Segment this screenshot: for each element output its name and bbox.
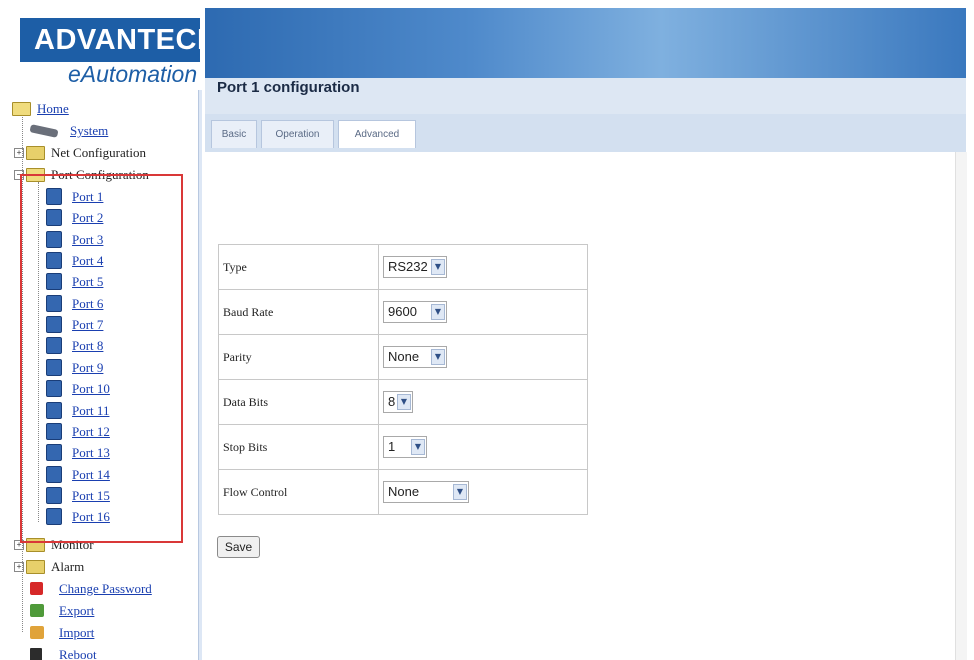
tree-label-alarm: Alarm <box>51 559 85 574</box>
select-value: 8 <box>388 394 396 409</box>
config-value-cell: None ▼ <box>379 470 587 514</box>
chevron-down-icon[interactable]: ▼ <box>431 349 445 365</box>
expand-plus-icon[interactable]: + <box>14 147 24 158</box>
tree-label-export[interactable]: Export <box>59 600 94 621</box>
brand-subtitle: eAutomation <box>68 61 198 87</box>
tree-item-export[interactable]: Export <box>30 600 94 621</box>
config-value-cell: RS232 ▼ <box>379 245 587 289</box>
config-value-cell: None ▼ <box>379 335 587 379</box>
tree-item-change-password[interactable]: Change Password <box>30 578 152 599</box>
tab-advanced[interactable]: Advanced <box>338 120 416 148</box>
brand-logo-text: ADVANTECH <box>20 18 202 62</box>
expand-plus-icon[interactable]: + <box>14 561 24 572</box>
folder-icon <box>26 145 45 160</box>
chevron-down-icon[interactable]: ▼ <box>411 439 425 455</box>
content-scrollbar[interactable] <box>955 152 967 660</box>
config-label: Data Bits <box>219 380 379 424</box>
select-value: 1 <box>388 439 396 454</box>
import-icon <box>30 626 44 639</box>
config-row: Baud Rate 9600 ▼ <box>219 290 587 335</box>
tree-item-home[interactable]: Home <box>12 98 69 119</box>
port-configuration-highlight <box>20 174 183 543</box>
scroll-down-icon[interactable]: ▼ <box>199 647 202 660</box>
tree-label-system[interactable]: System <box>70 120 108 141</box>
chevron-down-icon[interactable]: ▼ <box>453 484 467 500</box>
config-row: Type RS232 ▼ <box>219 245 587 290</box>
config-select[interactable]: 9600 ▼ <box>383 301 447 323</box>
logo: ADVANTECH eAutomation <box>8 8 202 90</box>
chevron-down-icon[interactable]: ▼ <box>431 259 445 275</box>
config-table: Type RS232 ▼ Baud Rate 9600 ▼ Parity None ▼ Data … <box>218 244 588 515</box>
config-select[interactable]: None ▼ <box>383 481 469 503</box>
scroll-up-icon[interactable]: ▲ <box>199 90 202 103</box>
select-value: None <box>388 349 420 364</box>
folder-icon <box>26 559 45 574</box>
tree-label-change-password[interactable]: Change Password <box>59 578 152 599</box>
config-select[interactable]: None ▼ <box>383 346 447 368</box>
reboot-icon <box>30 648 42 660</box>
tree-item-alarm[interactable]: + Alarm <box>14 556 84 577</box>
content-area: Type RS232 ▼ Baud Rate 9600 ▼ Parity None ▼ Data … <box>205 152 955 660</box>
sidebar-scrollbar[interactable]: ▲ ▼ <box>198 90 202 660</box>
chevron-down-icon[interactable]: ▼ <box>431 304 445 320</box>
tree-item-import[interactable]: Import <box>30 622 94 643</box>
tab-operation[interactable]: Operation <box>261 120 334 148</box>
select-value: 9600 <box>388 304 417 319</box>
export-icon <box>30 604 44 617</box>
config-row: Parity None ▼ <box>219 335 587 380</box>
config-value-cell: 1 ▼ <box>379 425 587 469</box>
select-value: None <box>388 484 420 499</box>
config-select[interactable]: 1 ▼ <box>383 436 427 458</box>
tab-basic[interactable]: Basic <box>211 120 257 148</box>
config-value-cell: 8 ▼ <box>379 380 587 424</box>
config-row: Data Bits 8 ▼ <box>219 380 587 425</box>
tree-label-net-configuration: Net Configuration <box>51 145 146 160</box>
main-panel: Port 1 configuration Basic Operation Adv… <box>205 78 967 660</box>
config-row: Flow Control None ▼ <box>219 470 587 514</box>
save-button[interactable]: Save <box>217 536 260 558</box>
config-value-cell: 9600 ▼ <box>379 290 587 334</box>
config-select[interactable]: RS232 ▼ <box>383 256 447 278</box>
wrench-icon <box>29 123 59 138</box>
chevron-down-icon[interactable]: ▼ <box>397 394 411 410</box>
page-title: Port 1 configuration <box>205 78 966 114</box>
config-row: Stop Bits 1 ▼ <box>219 425 587 470</box>
lock-icon <box>30 582 43 595</box>
header-banner <box>205 8 966 78</box>
config-label: Flow Control <box>219 470 379 514</box>
tree-label-home[interactable]: Home <box>37 98 69 119</box>
config-label: Type <box>219 245 379 289</box>
tree-item-net-configuration[interactable]: + Net Configuration <box>14 142 146 163</box>
tree-label-reboot[interactable]: Reboot <box>59 644 97 660</box>
tree-item-system[interactable]: System <box>29 120 108 141</box>
folder-open-icon <box>12 101 31 116</box>
tree-item-reboot[interactable]: Reboot <box>30 644 97 660</box>
config-label: Stop Bits <box>219 425 379 469</box>
config-label: Baud Rate <box>219 290 379 334</box>
config-label: Parity <box>219 335 379 379</box>
tab-bar: Basic Operation Advanced <box>205 114 966 152</box>
config-select[interactable]: 8 ▼ <box>383 391 413 413</box>
sidebar: ADVANTECH eAutomation Home System + Net … <box>8 8 202 660</box>
tree-label-import[interactable]: Import <box>59 622 94 643</box>
select-value: RS232 <box>388 259 428 274</box>
